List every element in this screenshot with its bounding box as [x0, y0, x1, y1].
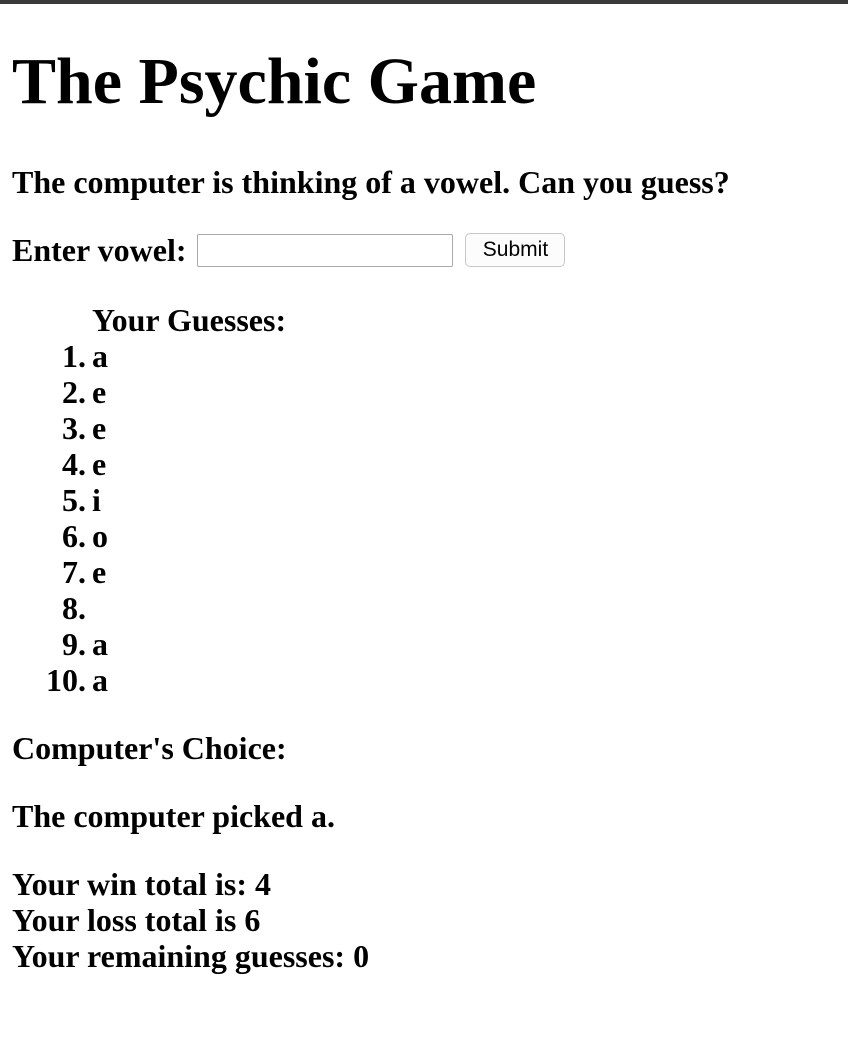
- guess-number: 6.: [62, 518, 86, 554]
- guess-number: 7.: [62, 554, 86, 590]
- guess-value: e: [92, 410, 107, 446]
- guess-value: e: [92, 446, 107, 482]
- guess-value: o: [92, 518, 108, 554]
- computer-choice-heading: Computer's Choice:: [12, 730, 287, 766]
- guess-number: 3.: [62, 410, 86, 446]
- page-title: The Psychic Game: [12, 45, 537, 118]
- guess-number: 8.: [62, 590, 86, 626]
- guess-number: 9.: [62, 626, 86, 662]
- top-border: [0, 0, 848, 4]
- guess-number: 5.: [62, 482, 86, 518]
- guess-value: i: [92, 482, 101, 518]
- guess-number: 10.: [46, 662, 86, 698]
- guesses-heading: Your Guesses:: [92, 302, 287, 338]
- guess-value: e: [92, 554, 107, 590]
- vowel-label: Enter vowel:: [12, 232, 187, 268]
- guess-number: 1.: [62, 338, 86, 374]
- guess-number: 2.: [62, 374, 86, 410]
- game-prompt: The computer is thinking of a vowel. Can…: [12, 164, 730, 200]
- guess-number: 4.: [62, 446, 86, 482]
- guess-value: a: [92, 662, 108, 698]
- loss-total: Your loss total is 6: [12, 902, 261, 938]
- win-total: Your win total is: 4: [12, 866, 271, 902]
- computer-picked-text: The computer picked a.: [12, 798, 335, 834]
- remaining-guesses: Your remaining guesses: 0: [12, 938, 370, 974]
- vowel-input[interactable]: [197, 233, 454, 267]
- submit-button[interactable]: Submit: [465, 233, 566, 267]
- guess-form: Enter vowel: Submit: [12, 230, 566, 270]
- guess-value: a: [92, 338, 108, 374]
- guess-value: a: [92, 626, 108, 662]
- guess-value: e: [92, 374, 107, 410]
